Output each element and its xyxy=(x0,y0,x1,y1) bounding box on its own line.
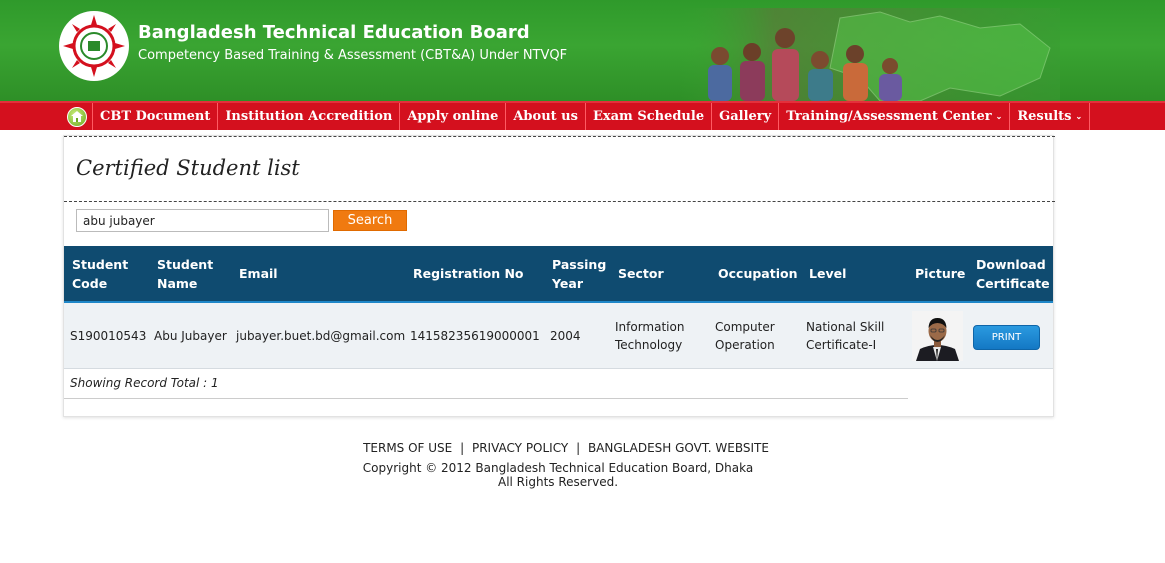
site-subtitle: Competency Based Training & Assessment (… xyxy=(138,48,568,63)
nav-results[interactable]: Results ⌄ xyxy=(1010,103,1091,130)
nav-training-label: Training/Assessment Center xyxy=(786,109,992,124)
nav-exam-schedule[interactable]: Exam Schedule xyxy=(586,103,713,130)
column-header-student-code[interactable]: Student Code xyxy=(72,246,128,301)
chevron-down-icon: ⌄ xyxy=(995,111,1003,121)
nav-results-label: Results xyxy=(1017,109,1072,124)
footer-links: TERMS OF USE | PRIVACY POLICY | BANGLADE… xyxy=(0,441,1132,455)
divider xyxy=(64,136,1055,137)
cell-student-code: S190010543 xyxy=(70,329,147,343)
chevron-down-icon: ⌄ xyxy=(1075,111,1083,121)
footer-separator: | xyxy=(460,441,465,455)
nav-institution-accredition[interactable]: Institution Accredition xyxy=(218,103,401,130)
divider xyxy=(64,398,908,399)
cell-sector: Information Technology xyxy=(615,320,685,352)
copyright-text: Copyright © 2012 Bangladesh Technical Ed… xyxy=(362,461,754,475)
cell-registration-no: 14158235619000001 xyxy=(410,329,540,343)
record-total: Showing Record Total : 1 xyxy=(70,376,219,390)
footer-separator: | xyxy=(576,441,581,455)
cell-student-name: Abu Jubayer xyxy=(154,329,227,343)
column-header-student-name[interactable]: Student Name xyxy=(157,246,213,301)
column-header-picture[interactable]: Picture xyxy=(915,246,965,301)
table-header: Student Code Student Name Email Registrati… xyxy=(64,246,1053,303)
column-header-registration-no[interactable]: Registration No xyxy=(413,246,524,301)
nav-apply-online[interactable]: Apply online xyxy=(400,103,507,130)
cell-level: National Skill Certificate-I xyxy=(806,320,885,352)
content-panel: Certified Student list Search StudentCod… xyxy=(63,135,1055,417)
table-row: S190010543 Abu Jubayer jubayer.buet.bd@g… xyxy=(64,303,1053,369)
main-nav: CBT Document Institution Accredition App… xyxy=(0,101,1165,130)
cell-email: jubayer.buet.bd@gmail.com xyxy=(236,329,406,343)
home-icon xyxy=(67,106,87,127)
search-input[interactable] xyxy=(76,209,329,232)
nav-training-assessment-center[interactable]: Training/Assessment Center ⌄ xyxy=(779,103,1011,130)
terms-of-use-link[interactable]: TERMS OF USE xyxy=(363,441,452,455)
page-title: Certified Student list xyxy=(76,156,300,180)
column-header-passing-year[interactable]: Passing Year xyxy=(552,246,606,301)
column-header-email[interactable]: Email xyxy=(239,246,278,301)
column-header-occupation[interactable]: Occupation xyxy=(718,246,797,301)
rights-text: All Rights Reserved. xyxy=(497,475,619,489)
column-header-level[interactable]: Level xyxy=(809,246,846,301)
site-header: Bangladesh Technical Education Board Com… xyxy=(0,0,1165,102)
search-button[interactable]: Search xyxy=(333,210,407,231)
nav-cbt-document[interactable]: CBT Document xyxy=(93,103,219,130)
print-certificate-button[interactable]: PRINT xyxy=(973,325,1040,350)
header-banner-image xyxy=(680,8,1060,102)
nav-gallery[interactable]: Gallery xyxy=(712,103,780,130)
btebd-logo-icon[interactable] xyxy=(59,11,129,81)
student-photo[interactable] xyxy=(912,311,963,361)
nav-home[interactable] xyxy=(62,103,93,130)
column-header-download-certificate[interactable]: Download Certificate xyxy=(976,246,1050,301)
privacy-policy-link[interactable]: PRIVACY POLICY xyxy=(472,441,568,455)
govt-website-link[interactable]: BANGLADESH GOVT. WEBSITE xyxy=(588,441,769,455)
cell-occupation: Computer Operation xyxy=(715,320,775,352)
cell-passing-year: 2004 xyxy=(550,329,581,343)
nav-about-us[interactable]: About us xyxy=(506,103,586,130)
copyright: Copyright © 2012 Bangladesh Technical Ed… xyxy=(0,461,1116,489)
column-header-sector[interactable]: Sector xyxy=(618,246,664,301)
site-title: Bangladesh Technical Education Board xyxy=(138,22,530,43)
divider xyxy=(64,201,1055,202)
